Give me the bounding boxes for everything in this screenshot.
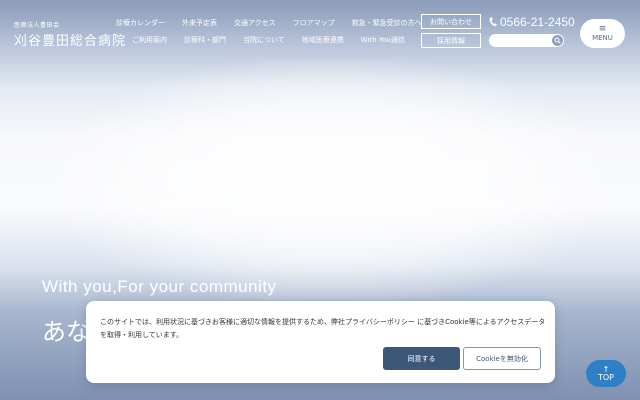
nav-link-floor-map[interactable]: フロアマップ (293, 18, 335, 28)
phone-number-text: 0566-21-2450 (500, 15, 575, 29)
nav-link-about[interactable]: 当院について (243, 35, 285, 45)
contact-button[interactable]: お問い合わせ (421, 14, 481, 29)
nav-link-emergency[interactable]: 救急・緊急受診の方へ (352, 18, 422, 28)
search-box (489, 34, 564, 47)
hospital-logo[interactable]: 医療法人豊田会 刈谷豊田総合病院 (14, 20, 126, 49)
cookie-disable-button[interactable]: Cookieを無効化 (463, 347, 541, 370)
hero-tagline: With you,For your community (42, 277, 277, 296)
phone-icon (489, 17, 497, 27)
menu-button[interactable]: ≡ MENU (580, 19, 625, 48)
nav-link-departments[interactable]: 診療科・部門 (184, 35, 226, 45)
cookie-agree-button[interactable]: 同意する (383, 347, 460, 370)
nav-link-with-you-newsletter[interactable]: With You通信 (361, 35, 405, 45)
nav-link-regional-cooperation[interactable]: 地域医療連携 (302, 35, 344, 45)
logo-subtitle: 医療法人豊田会 (14, 22, 60, 29)
hero-background-glow (60, 60, 600, 300)
nav-link-calendar[interactable]: 診療カレンダー (116, 18, 165, 28)
phone-number[interactable]: 0566-21-2450 (489, 15, 575, 29)
cookie-message: このサイトでは、利用状況に基づきお客様に適切な情報を提供するため、弊社プライバシ… (100, 318, 546, 339)
cookie-consent-banner: このサイトでは、利用状況に基づきお客様に適切な情報を提供するため、弊社プライバシ… (86, 301, 555, 383)
logo-title: 刈谷豊田総合病院 (14, 34, 127, 49)
search-input[interactable] (493, 35, 548, 46)
header-nav-primary: 診療カレンダー 外来予定表 交通アクセス フロアマップ 救急・緊急受診の方へ (116, 18, 439, 28)
back-to-top-button[interactable]: ↑ TOP (586, 360, 626, 387)
search-icon (554, 37, 561, 44)
header-nav-secondary: ご利用案内 診療科・部門 当院について 地域医療連携 With You通信 (132, 35, 422, 45)
menu-label: MENU (592, 33, 613, 42)
back-to-top-label: TOP (597, 372, 614, 382)
hero-headline: あな (42, 318, 90, 346)
recruit-button[interactable]: 採用情報 (421, 33, 481, 48)
nav-link-access[interactable]: 交通アクセス (234, 18, 276, 28)
search-button[interactable] (552, 35, 563, 46)
nav-link-outpatient-schedule[interactable]: 外来予定表 (182, 18, 217, 28)
nav-link-guide[interactable]: ご利用案内 (132, 35, 167, 45)
